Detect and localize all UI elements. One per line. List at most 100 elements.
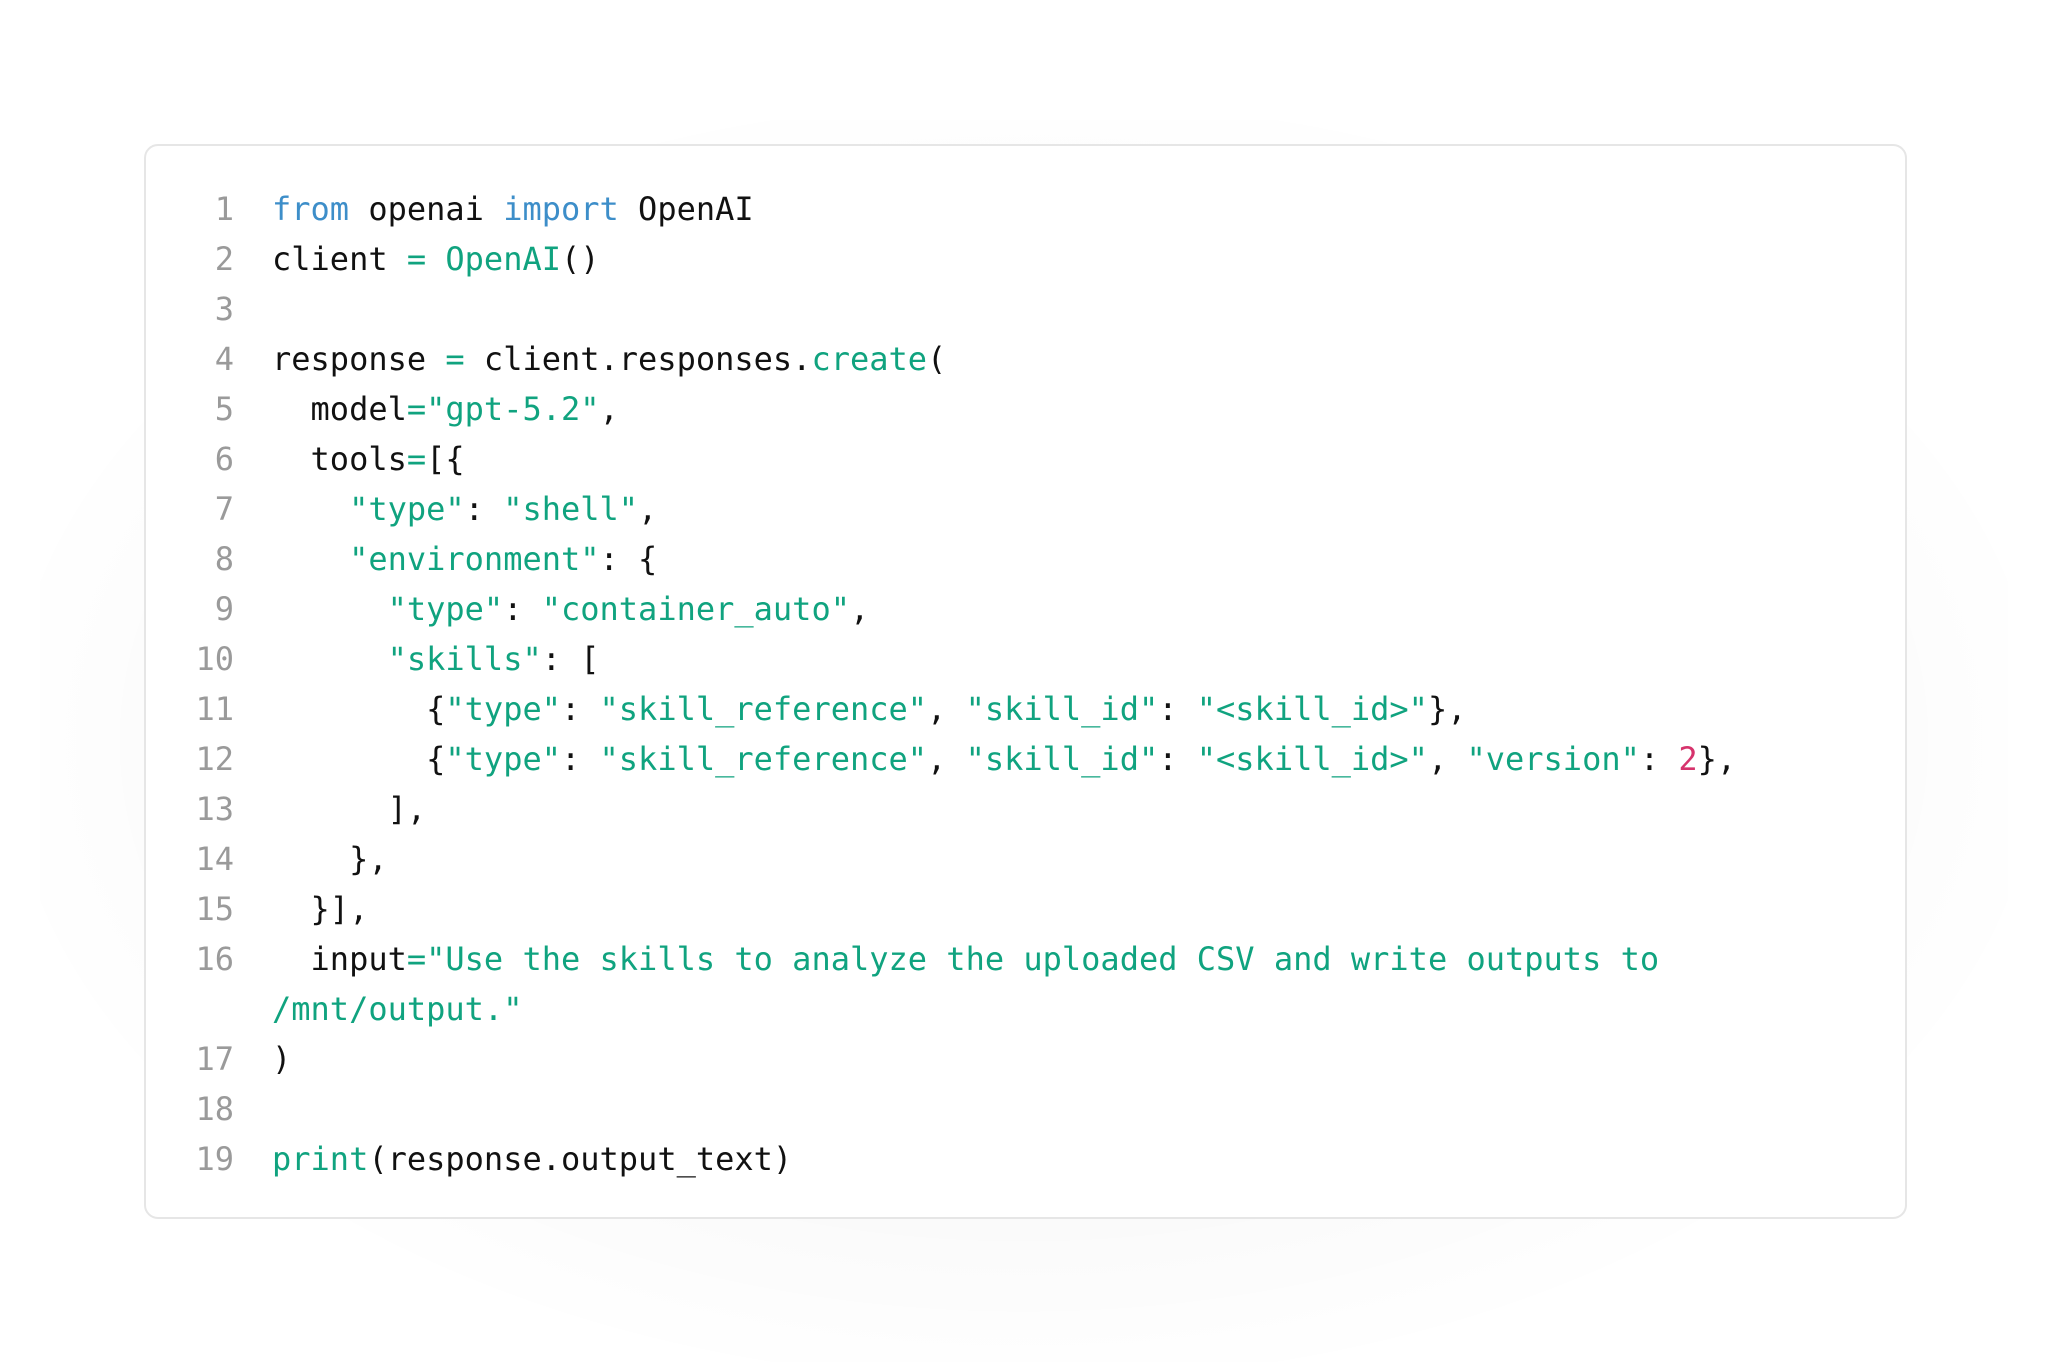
code-token: , bbox=[849, 590, 870, 628]
code-text: "type": "container_auto", bbox=[272, 584, 870, 634]
code-text: {"type": "skill_reference", "skill_id": … bbox=[272, 684, 1466, 734]
code-token: }, bbox=[272, 840, 388, 878]
code-text: print(response.output_text) bbox=[272, 1134, 792, 1184]
code-token: { bbox=[272, 740, 446, 778]
code-token: : [ bbox=[541, 640, 600, 678]
code-token: 2 bbox=[1678, 740, 1698, 778]
code-line: 18 bbox=[146, 1084, 1905, 1134]
code-token: : bbox=[560, 690, 600, 728]
code-token: response bbox=[272, 340, 446, 378]
line-number: 16 bbox=[195, 940, 234, 978]
code-line: 19 print(response.output_text) bbox=[146, 1134, 1905, 1184]
line-number: 13 bbox=[195, 790, 234, 828]
code-token: "environment" bbox=[349, 540, 600, 578]
line-number: 17 bbox=[195, 1040, 234, 1078]
code-token: : bbox=[1158, 740, 1197, 778]
code-token: }, bbox=[1697, 740, 1737, 778]
code-line: 9 "type": "container_auto", bbox=[146, 584, 1905, 634]
code-token: "<skill_id>" bbox=[1196, 690, 1428, 728]
code-card: 1 from openai import OpenAI 2 client = Open… bbox=[144, 144, 1907, 1219]
code-text: response = client.responses.create( bbox=[272, 334, 946, 384]
code-token: , bbox=[599, 390, 619, 428]
code-line: 13 ], bbox=[146, 784, 1905, 834]
code-token: print bbox=[272, 1140, 369, 1178]
code-line: 5 model="gpt-5.2", bbox=[146, 384, 1905, 434]
code-token: , bbox=[638, 490, 658, 528]
code-token: OpenAI bbox=[618, 190, 754, 228]
code-token: : bbox=[560, 740, 600, 778]
code-token: "skill_id" bbox=[965, 690, 1159, 728]
code-token: "type" bbox=[445, 740, 561, 778]
code-token: ], bbox=[272, 790, 427, 828]
code-token: "version" bbox=[1466, 740, 1640, 778]
code-token: : bbox=[503, 590, 542, 628]
code-text: model="gpt-5.2", bbox=[272, 384, 619, 434]
code-token: [{ bbox=[426, 440, 465, 478]
code-token: create bbox=[811, 340, 928, 378]
code-token: , bbox=[927, 690, 966, 728]
code-text: }], bbox=[272, 884, 369, 934]
code-token: = bbox=[406, 440, 427, 478]
code-token: , bbox=[927, 740, 966, 778]
code-line: 7 "type": "shell", bbox=[146, 484, 1905, 534]
code-line: 17) bbox=[146, 1034, 1905, 1084]
code-line: 11 {"type": "skill_reference", "skill_id… bbox=[146, 684, 1905, 734]
code-token: : { bbox=[599, 540, 658, 578]
code-token: client.responses. bbox=[464, 340, 812, 378]
line-number: 18 bbox=[195, 1090, 234, 1128]
line-number: 15 bbox=[195, 890, 234, 928]
code-token: = bbox=[445, 340, 465, 378]
line-number: 14 bbox=[195, 840, 234, 878]
code-token: OpenAI bbox=[445, 240, 561, 278]
code-token: "shell" bbox=[503, 490, 639, 528]
code-token: "<skill_id>" bbox=[1196, 740, 1428, 778]
line-number: 4 bbox=[214, 340, 234, 378]
page: 1 from openai import OpenAI 2 client = Open… bbox=[0, 0, 2048, 1362]
code-token: "skill_reference" bbox=[599, 740, 928, 778]
line-number: 3 bbox=[214, 290, 234, 328]
code-text: {"type": "skill_reference", "skill_id": … bbox=[272, 734, 1736, 784]
line-number: 10 bbox=[195, 640, 234, 678]
code-line: 12 {"type": "skill_reference", "skill_id… bbox=[146, 734, 1905, 784]
line-number: 6 bbox=[214, 440, 234, 478]
code-text: }, bbox=[272, 834, 388, 884]
code-line: 14 }, bbox=[146, 834, 1905, 884]
code-line: 16 input="Use the skills to analyze the … bbox=[146, 934, 1905, 1034]
code-line: 2 client = OpenAI() bbox=[146, 234, 1905, 284]
code-token: = bbox=[406, 390, 427, 428]
code-token: "skill_reference" bbox=[599, 690, 928, 728]
code-text: input="Use the skills to analyze the upl… bbox=[272, 934, 1659, 1034]
code-token: "skills" bbox=[387, 640, 542, 678]
code-token: "skill_id" bbox=[965, 740, 1159, 778]
line-number: 7 bbox=[214, 490, 234, 528]
code-text: "type": "shell", bbox=[272, 484, 657, 534]
code-line: 10 "skills": [ bbox=[146, 634, 1905, 684]
code-token: model bbox=[272, 390, 407, 428]
code-token: "container_auto" bbox=[541, 590, 850, 628]
code-line: 6 tools=[{ bbox=[146, 434, 1905, 484]
code-token: "type" bbox=[387, 590, 504, 628]
code-text: "skills": [ bbox=[272, 634, 600, 684]
code-token: "Use the skills to analyze the uploaded … bbox=[272, 940, 1660, 1028]
code-block: 1 from openai import OpenAI 2 client = Open… bbox=[146, 184, 1905, 1184]
code-token: }, bbox=[1427, 690, 1467, 728]
code-token: import bbox=[503, 190, 619, 228]
code-token: : bbox=[1639, 740, 1679, 778]
line-number: 9 bbox=[214, 590, 234, 628]
code-text: from openai import OpenAI bbox=[272, 184, 754, 234]
line-number: 2 bbox=[214, 240, 234, 278]
line-number: 8 bbox=[214, 540, 234, 578]
code-line: 1 from openai import OpenAI bbox=[146, 184, 1905, 234]
code-token: () bbox=[560, 240, 600, 278]
code-token: : bbox=[464, 490, 504, 528]
code-token: = bbox=[406, 240, 427, 278]
code-token: (response.output_text) bbox=[368, 1140, 793, 1178]
code-text: ) bbox=[272, 1034, 291, 1084]
code-token: = bbox=[406, 940, 427, 978]
line-number: 12 bbox=[195, 740, 234, 778]
